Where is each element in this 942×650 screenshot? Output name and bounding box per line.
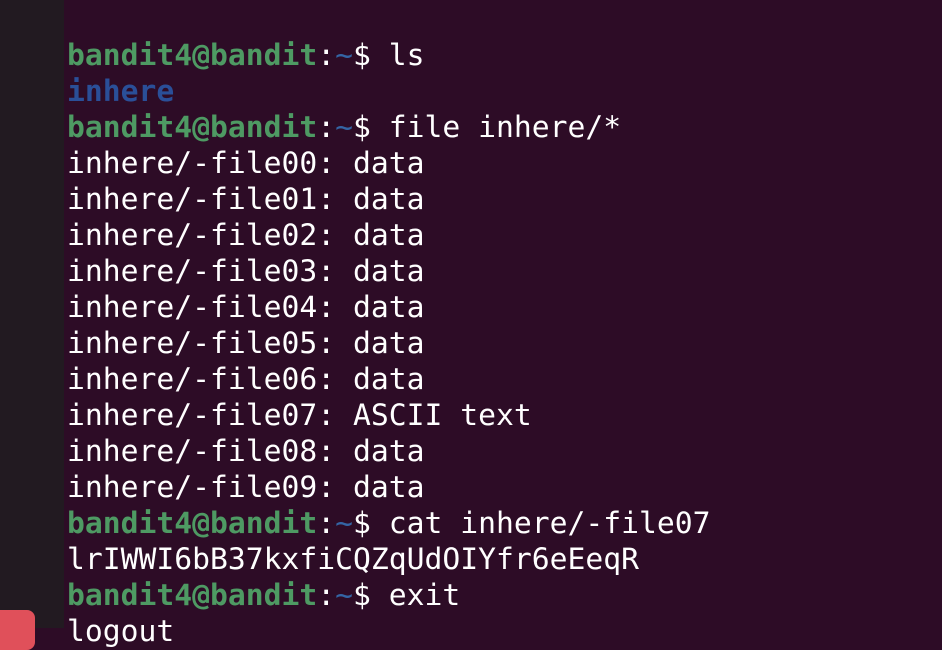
- output-line: inhere/-file02: data: [67, 218, 425, 253]
- output-line: inhere/-file05: data: [67, 326, 425, 361]
- command-line: bandit4@bandit:~$ exit: [67, 578, 710, 614]
- output-line: inhere/-file07: ASCII text: [67, 398, 532, 433]
- prompt-user-host: bandit4@bandit: [67, 506, 318, 541]
- output-line: inhere/-file09: data: [67, 470, 425, 505]
- prompt-user-host: bandit4@bandit: [67, 578, 318, 613]
- command-text: exit: [388, 578, 461, 613]
- prompt-symbol: $: [352, 38, 389, 73]
- prompt-path: ~: [335, 110, 353, 145]
- prompt-symbol: $: [352, 578, 389, 613]
- prompt-symbol: $: [352, 110, 389, 145]
- prompt-separator: :: [317, 110, 336, 145]
- prompt-user-host: bandit4@bandit: [67, 110, 318, 145]
- command-line: bandit4@bandit:~$ cat inhere/-file07: [67, 506, 710, 542]
- dock-app-button[interactable]: [0, 610, 35, 650]
- directory-listing: inhere: [67, 74, 175, 109]
- prompt-path: ~: [335, 578, 353, 613]
- output-line: inhere/-file03: data: [67, 254, 425, 289]
- output-line: inhere/-file04: data: [67, 290, 425, 325]
- prompt-path: ~: [335, 38, 353, 73]
- prompt-separator: :: [317, 506, 336, 541]
- terminal-output[interactable]: bandit4@bandit:~$ ls inhere bandit4@bandit…: [67, 38, 710, 650]
- prompt-separator: :: [317, 38, 336, 73]
- prompt-user-host: bandit4@bandit: [67, 38, 318, 73]
- command-line: bandit4@bandit:~$ file inhere/*: [67, 110, 710, 146]
- prompt-separator: :: [317, 578, 336, 613]
- output-line: inhere/-file08: data: [67, 434, 425, 469]
- output-line: inhere/-file00: data: [67, 146, 425, 181]
- prompt-symbol: $: [352, 506, 389, 541]
- command-text: cat inhere/-file07: [388, 506, 711, 541]
- output-line: inhere/-file01: data: [67, 182, 425, 217]
- output-line: lrIWWI6bB37kxfiCQZqUdOIYfr6eEeqR: [67, 542, 639, 577]
- prompt-path: ~: [335, 506, 353, 541]
- output-line: inhere/-file06: data: [67, 362, 425, 397]
- dock-sidebar: [0, 0, 64, 628]
- command-line: bandit4@bandit:~$ ls: [67, 38, 710, 74]
- command-text: ls: [388, 38, 425, 73]
- command-text: file inhere/*: [388, 110, 622, 145]
- output-line: logout: [67, 614, 175, 649]
